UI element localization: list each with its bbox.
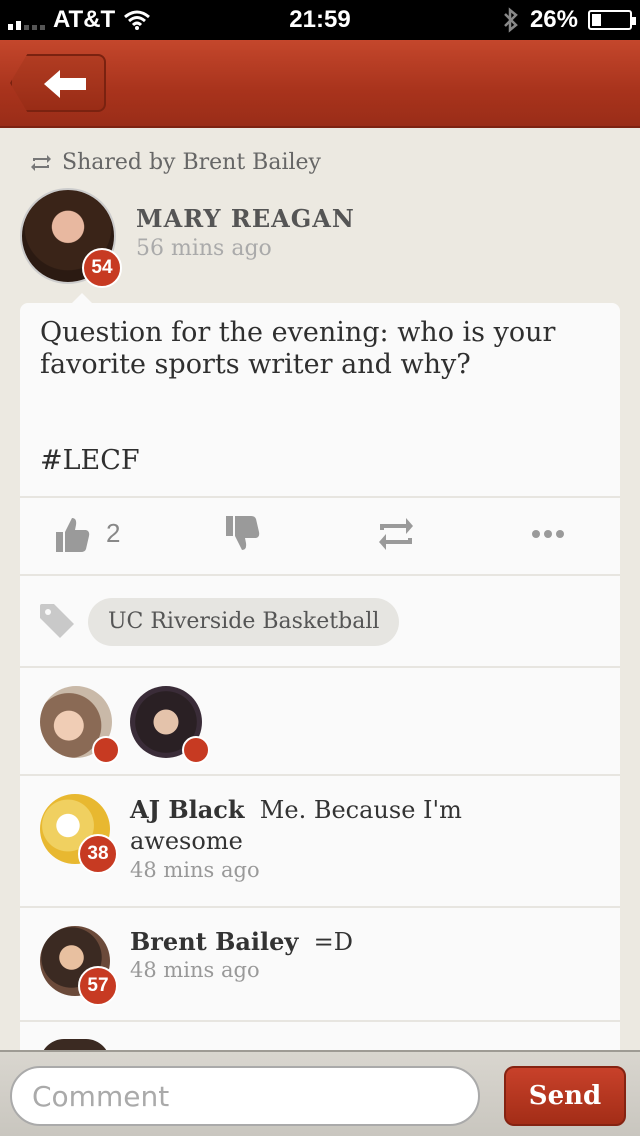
thumbs-up-icon[interactable] bbox=[52, 514, 92, 554]
comment-time: 48 mins ago bbox=[130, 858, 260, 882]
comment-item: 38 AJ Black Me. Because I'm awesome 48 m… bbox=[20, 776, 620, 906]
battery-icon bbox=[588, 10, 636, 30]
comment-item: 57 Brent Bailey =D 48 mins ago bbox=[20, 908, 620, 1020]
post-actions: 2 bbox=[20, 498, 620, 574]
post-hashtag[interactable]: #LECF bbox=[40, 445, 140, 476]
shared-by-text: Shared by Brent Bailey bbox=[62, 150, 321, 175]
more-icon[interactable] bbox=[528, 514, 568, 554]
comment-text: =D bbox=[313, 928, 353, 956]
battery-percent: 26% bbox=[529, 6, 578, 33]
likers-row bbox=[20, 668, 620, 774]
left-arrow-icon bbox=[44, 70, 86, 98]
liker-avatar[interactable] bbox=[130, 686, 210, 764]
send-button[interactable]: Send bbox=[504, 1066, 626, 1126]
bluetooth-icon bbox=[504, 7, 518, 33]
thumbs-up-icon bbox=[182, 736, 210, 764]
nav-bar bbox=[0, 40, 640, 128]
repost-icon bbox=[31, 154, 51, 171]
comment-body: AJ Black Me. Because I'm awesome bbox=[130, 794, 510, 857]
post-card: Question for the evening: who is your fa… bbox=[20, 293, 620, 1063]
commenter-name[interactable]: Brent Bailey bbox=[130, 927, 298, 956]
comment-time: 48 mins ago bbox=[130, 958, 260, 982]
like-count: 2 bbox=[106, 518, 121, 548]
post-time: 56 mins ago bbox=[136, 236, 272, 261]
comment-body: Brent Bailey =D bbox=[130, 926, 510, 958]
divider bbox=[20, 1020, 620, 1022]
author-name[interactable]: MARY REAGAN bbox=[136, 204, 355, 233]
author-score-badge: 54 bbox=[82, 248, 122, 288]
tag-pill[interactable]: UC Riverside Basketball bbox=[88, 598, 400, 646]
post-text: Question for the evening: who is your fa… bbox=[40, 317, 556, 380]
tags-row: UC Riverside Basketball bbox=[20, 576, 620, 666]
comment-input[interactable] bbox=[10, 1066, 480, 1126]
status-bar: AT&T 21:59 26% bbox=[0, 0, 640, 40]
back-button[interactable] bbox=[10, 54, 106, 112]
tag-icon bbox=[40, 604, 74, 638]
commenter-score-badge: 38 bbox=[78, 834, 118, 874]
thumbs-down-icon[interactable] bbox=[222, 514, 262, 554]
repost-icon[interactable] bbox=[376, 514, 416, 554]
comment-bar: Send bbox=[0, 1050, 640, 1136]
shared-by[interactable]: Shared by Brent Bailey bbox=[30, 150, 321, 175]
commenter-score-badge: 57 bbox=[78, 966, 118, 1006]
liker-avatar[interactable] bbox=[40, 686, 120, 764]
commenter-name[interactable]: AJ Black bbox=[130, 795, 245, 824]
thumbs-up-icon bbox=[92, 736, 120, 764]
